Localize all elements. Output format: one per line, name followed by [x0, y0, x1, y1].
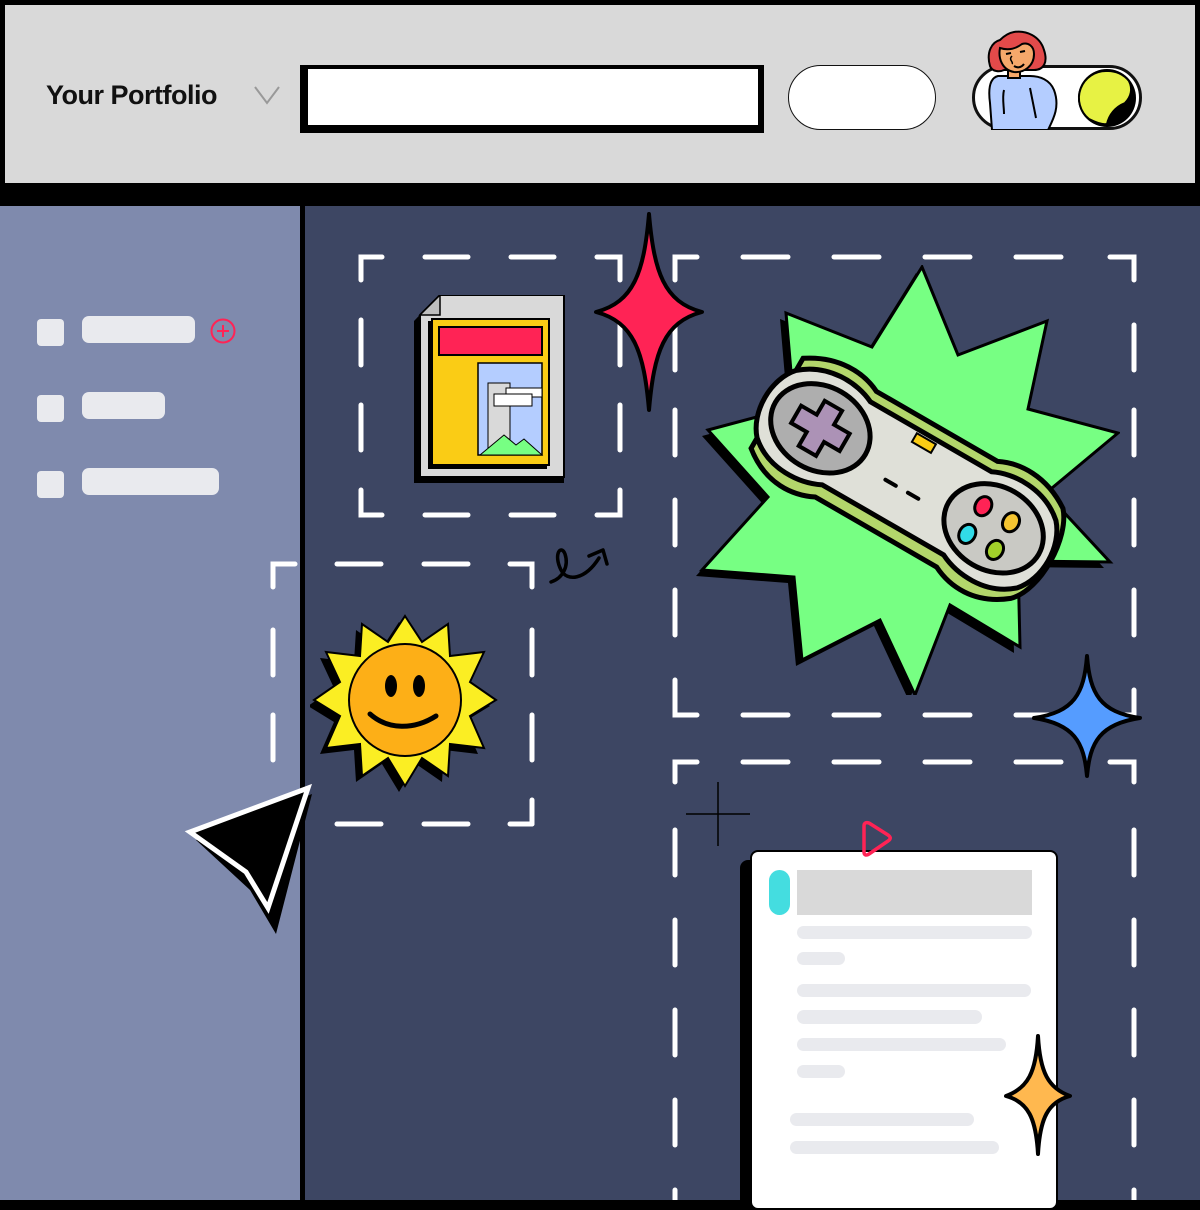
play-icon[interactable]	[856, 820, 894, 860]
text-line	[790, 1141, 999, 1154]
curly-arrow-icon	[549, 548, 609, 584]
text-line	[797, 952, 845, 965]
card-accent-tag	[769, 870, 790, 915]
text-line	[797, 1065, 845, 1078]
gamepad-icon[interactable]	[690, 265, 1120, 695]
text-line	[790, 1113, 974, 1126]
card-title-block	[797, 870, 1032, 915]
smiling-sun-icon[interactable]	[310, 612, 500, 792]
content-card[interactable]	[750, 850, 1058, 1210]
red-sparkle-icon	[594, 212, 704, 412]
document-with-image-icon[interactable]	[412, 295, 568, 490]
text-line	[797, 1010, 982, 1024]
blue-sparkle-icon	[1032, 654, 1142, 778]
crosshair-icon	[686, 782, 750, 846]
cursor-arrow-icon	[184, 783, 313, 934]
orange-sparkle-icon	[1004, 1034, 1072, 1156]
text-line	[797, 984, 1031, 997]
text-line	[797, 926, 1032, 939]
text-line	[797, 1038, 1006, 1051]
